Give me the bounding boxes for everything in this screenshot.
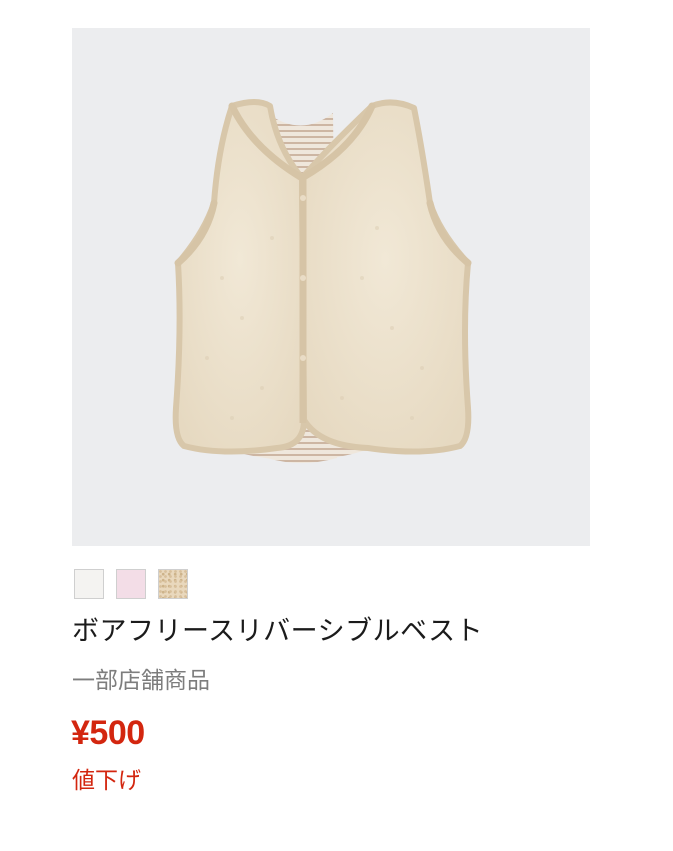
product-card[interactable]: ボアフリースリバーシブルベスト 一部店舗商品 ¥500 値下げ (0, 0, 673, 851)
product-name[interactable]: ボアフリースリバーシブルベスト (72, 613, 483, 651)
availability-label: 一部店舗商品 (72, 668, 210, 694)
swatch-beige[interactable] (158, 569, 188, 599)
product-price: ¥500 (71, 714, 145, 752)
price-reduced-flag: 値下げ (72, 768, 141, 794)
swatch-pink[interactable] (116, 569, 146, 599)
fleece-vest-image (172, 99, 472, 463)
color-swatches (74, 569, 188, 599)
product-image[interactable] (72, 28, 590, 546)
swatch-off-white[interactable] (74, 569, 104, 599)
